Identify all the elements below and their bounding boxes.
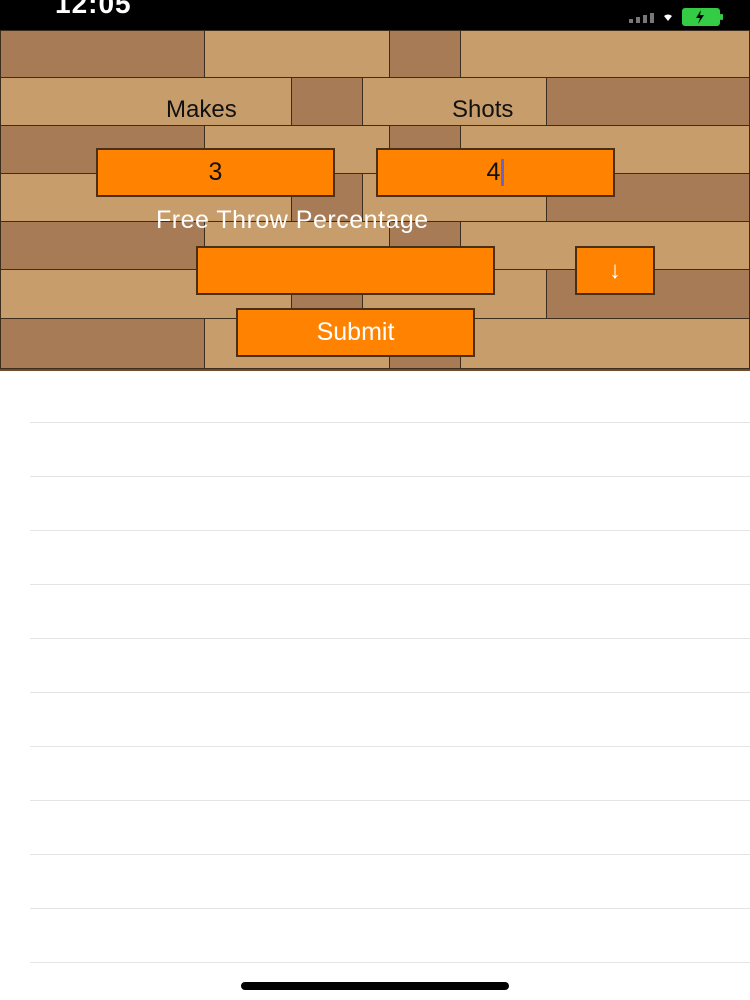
list-item [30, 747, 750, 801]
list-item [30, 693, 750, 747]
wood-plank [460, 30, 750, 78]
list-item [30, 531, 750, 585]
list-item [30, 801, 750, 855]
shots-value: 4 [486, 158, 501, 186]
free-throw-percentage-label: Free Throw Percentage [156, 206, 429, 234]
shots-input[interactable]: 4 [376, 148, 615, 197]
wifi-icon [664, 14, 672, 21]
status-bar: 12:05 [0, 0, 750, 30]
wood-plank [460, 318, 750, 369]
dismiss-keyboard-button[interactable]: ↓ [575, 246, 655, 295]
list-item [30, 423, 750, 477]
battery-icon [682, 8, 723, 26]
wood-plank [0, 77, 292, 126]
wood-plank [389, 30, 461, 78]
list-item [30, 909, 750, 963]
wood-plank [546, 77, 750, 126]
arrow-down-icon: ↓ [609, 256, 621, 284]
list-item [30, 369, 750, 423]
submit-button[interactable]: Submit [236, 308, 475, 357]
wood-plank [291, 77, 363, 126]
shots-label: Shots [452, 96, 514, 123]
wood-background-panel: Makes Shots 3 4 Free Throw Percentage ↓ … [0, 30, 750, 371]
makes-input[interactable]: 3 [96, 148, 335, 197]
list-item [30, 855, 750, 909]
list-item [30, 585, 750, 639]
wood-plank [0, 30, 205, 78]
text-cursor [501, 159, 505, 186]
makes-value: 3 [208, 158, 223, 186]
signal-icon [629, 11, 654, 23]
free-throw-percentage-output [196, 246, 495, 295]
list-item [30, 477, 750, 531]
submit-button-label: Submit [316, 318, 395, 346]
status-icons [629, 8, 723, 26]
results-list [0, 369, 750, 969]
wood-plank [0, 318, 205, 369]
status-time: 12:05 [55, 0, 132, 19]
wood-plank [204, 30, 390, 78]
makes-label: Makes [166, 96, 237, 123]
list-item [30, 639, 750, 693]
home-indicator[interactable] [241, 982, 509, 990]
